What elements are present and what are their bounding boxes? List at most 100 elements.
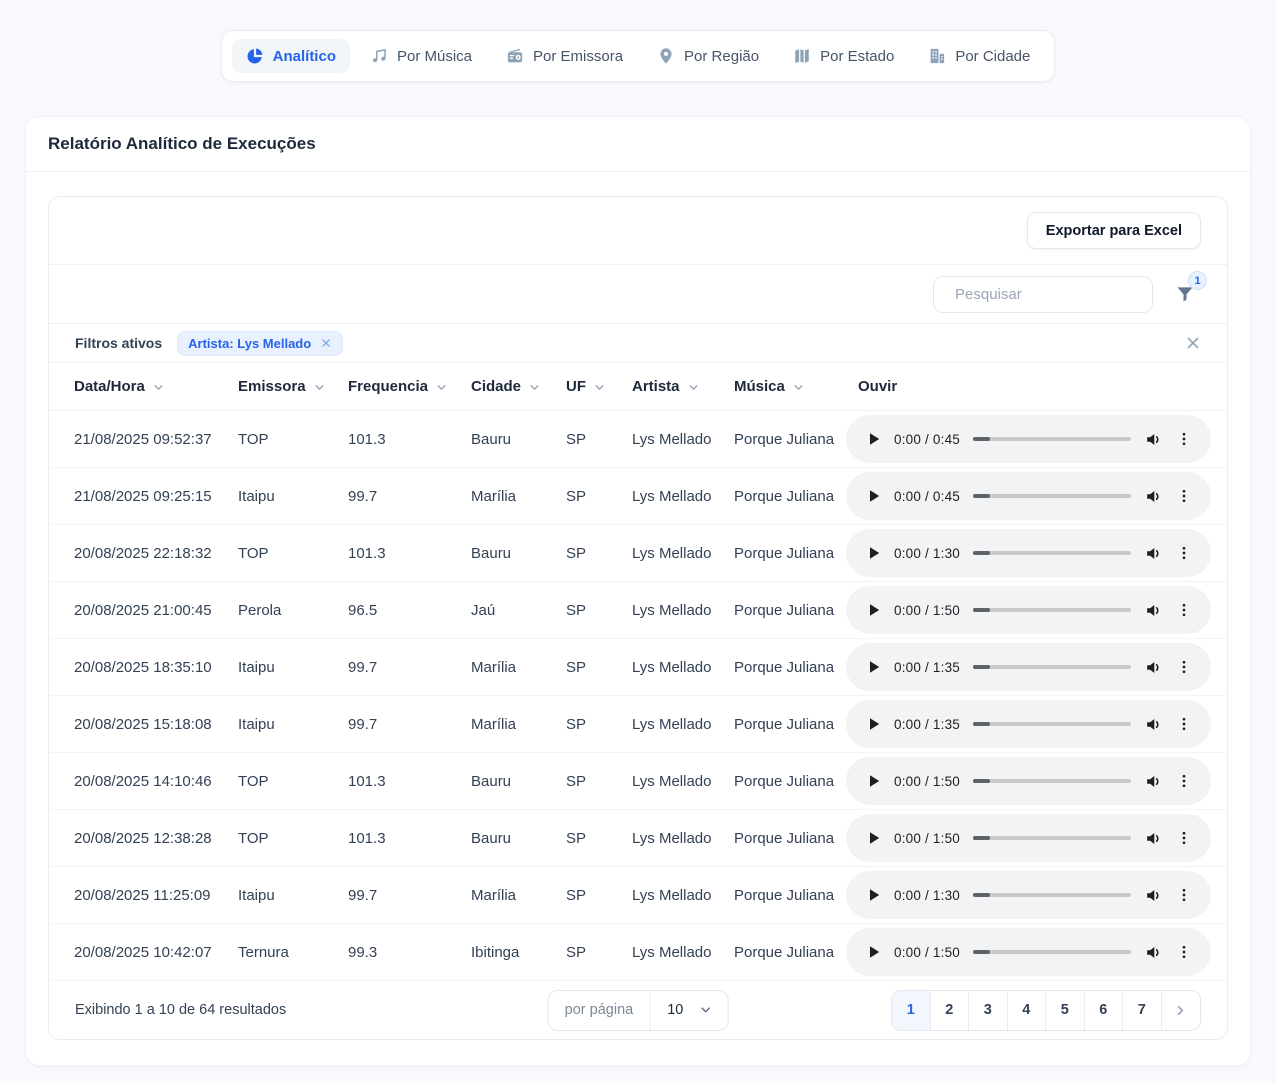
audio-progress-bar[interactable] — [973, 836, 1131, 840]
kebab-menu-icon[interactable] — [1176, 887, 1192, 903]
export-excel-button[interactable]: Exportar para Excel — [1027, 212, 1201, 249]
volume-icon[interactable] — [1144, 829, 1163, 848]
column-header[interactable]: Artista — [632, 378, 734, 395]
column-header[interactable]: UF — [566, 378, 632, 395]
volume-icon[interactable] — [1144, 943, 1163, 962]
volume-icon[interactable] — [1144, 886, 1163, 905]
search-input[interactable] — [955, 286, 1154, 303]
play-icon[interactable] — [867, 603, 881, 617]
audio-progress-bar[interactable] — [973, 893, 1131, 897]
audio-time: 0:00 / 1:30 — [894, 888, 960, 903]
cell-song: Porque Juliana — [734, 944, 858, 961]
page-button[interactable]: 6 — [1085, 991, 1124, 1030]
cell-datetime: 20/08/2025 10:42:07 — [74, 944, 238, 961]
play-icon[interactable] — [867, 888, 881, 902]
page-button[interactable]: 3 — [969, 991, 1008, 1030]
report-tab[interactable]: Por Música — [356, 39, 486, 73]
active-filters-row: Filtros ativos Artista: Lys Mellado — [49, 324, 1227, 363]
volume-icon[interactable] — [1144, 601, 1163, 620]
page-button[interactable]: 5 — [1046, 991, 1085, 1030]
sort-chevron-down-icon — [152, 381, 165, 394]
volume-icon[interactable] — [1144, 715, 1163, 734]
column-header[interactable]: Cidade — [471, 378, 566, 395]
play-icon[interactable] — [867, 546, 881, 560]
report-tab[interactable]: Por Região — [643, 39, 773, 73]
next-page-button[interactable] — [1162, 991, 1201, 1030]
cell-song: Porque Juliana — [734, 431, 858, 448]
volume-icon[interactable] — [1144, 772, 1163, 791]
page-button[interactable]: 7 — [1123, 991, 1162, 1030]
play-icon[interactable] — [867, 831, 881, 845]
play-icon[interactable] — [867, 660, 881, 674]
kebab-menu-icon[interactable] — [1176, 431, 1192, 447]
audio-player: 0:00 / 0:45 — [846, 415, 1211, 463]
clear-filters-icon[interactable] — [1185, 335, 1201, 351]
cell-uf: SP — [566, 830, 632, 847]
cell-audio: 0:00 / 1:50 — [846, 586, 1211, 634]
audio-progress-bar[interactable] — [973, 950, 1131, 954]
sort-chevron-down-icon — [593, 381, 606, 394]
table-row: 20/08/2025 22:18:32 TOP 101.3 Bauru SP L… — [49, 525, 1227, 582]
volume-icon[interactable] — [1144, 544, 1163, 563]
kebab-menu-icon[interactable] — [1176, 602, 1192, 618]
kebab-menu-icon[interactable] — [1176, 545, 1192, 561]
kebab-menu-icon[interactable] — [1176, 830, 1192, 846]
play-icon[interactable] — [867, 945, 881, 959]
volume-icon[interactable] — [1144, 658, 1163, 677]
audio-progress-bar[interactable] — [973, 437, 1131, 441]
report-tab[interactable]: Por Emissora — [492, 39, 637, 73]
kebab-menu-icon[interactable] — [1176, 716, 1192, 732]
column-header[interactable]: Ouvir — [858, 378, 1227, 395]
cell-datetime: 20/08/2025 22:18:32 — [74, 545, 238, 562]
report-tab[interactable]: Por Cidade — [914, 39, 1044, 73]
kebab-menu-icon[interactable] — [1176, 773, 1192, 789]
sort-chevron-down-icon — [792, 381, 805, 394]
cell-station: Perola — [238, 602, 348, 619]
volume-icon[interactable] — [1144, 487, 1163, 506]
report-tab[interactable]: Por Estado — [779, 39, 908, 73]
column-header[interactable]: Data/Hora — [74, 378, 238, 395]
cell-datetime: 21/08/2025 09:25:15 — [74, 488, 238, 505]
column-header-label: Emissora — [238, 378, 306, 395]
column-header[interactable]: Emissora — [238, 378, 348, 395]
page-title: Relatório Analítico de Execuções — [48, 134, 316, 154]
audio-progress-bar[interactable] — [973, 608, 1131, 612]
play-icon[interactable] — [867, 489, 881, 503]
cell-artist: Lys Mellado — [632, 659, 734, 676]
kebab-menu-icon[interactable] — [1176, 944, 1192, 960]
page-button[interactable]: 4 — [1008, 991, 1047, 1030]
page-button[interactable]: 2 — [931, 991, 970, 1030]
audio-player: 0:00 / 0:45 — [846, 472, 1211, 520]
filter-chip[interactable]: Artista: Lys Mellado — [177, 331, 343, 356]
cell-frequency: 96.5 — [348, 602, 471, 619]
play-icon[interactable] — [867, 432, 881, 446]
page-button[interactable]: 1 — [892, 991, 931, 1030]
chip-remove-icon[interactable] — [320, 337, 332, 349]
kebab-menu-icon[interactable] — [1176, 659, 1192, 675]
cell-artist: Lys Mellado — [632, 602, 734, 619]
filter-button[interactable]: 1 — [1175, 284, 1195, 304]
audio-progress-bar[interactable] — [973, 665, 1131, 669]
audio-progress-bar[interactable] — [973, 551, 1131, 555]
cell-city: Jaú — [471, 602, 566, 619]
per-page-select[interactable]: por página 10 — [548, 990, 729, 1031]
volume-icon[interactable] — [1144, 430, 1163, 449]
play-icon[interactable] — [867, 717, 881, 731]
cell-datetime: 20/08/2025 11:25:09 — [74, 887, 238, 904]
audio-player: 0:00 / 1:50 — [846, 586, 1211, 634]
search-box[interactable] — [933, 276, 1153, 313]
audio-progress-bar[interactable] — [973, 494, 1131, 498]
cell-song: Porque Juliana — [734, 488, 858, 505]
column-header[interactable]: Frequencia — [348, 378, 471, 395]
table-footer: Exibindo 1 a 10 de 64 resultados por pág… — [49, 981, 1227, 1039]
report-card: Relatório Analítico de Execuções Exporta… — [25, 116, 1251, 1066]
audio-progress-bar[interactable] — [973, 722, 1131, 726]
audio-progress-bar[interactable] — [973, 779, 1131, 783]
column-header[interactable]: Música — [734, 378, 858, 395]
filter-chip-label: Artista: Lys Mellado — [188, 336, 311, 351]
report-tab[interactable]: Analítico — [232, 39, 350, 73]
cell-city: Marília — [471, 488, 566, 505]
map-pin-icon — [657, 47, 675, 65]
kebab-menu-icon[interactable] — [1176, 488, 1192, 504]
play-icon[interactable] — [867, 774, 881, 788]
